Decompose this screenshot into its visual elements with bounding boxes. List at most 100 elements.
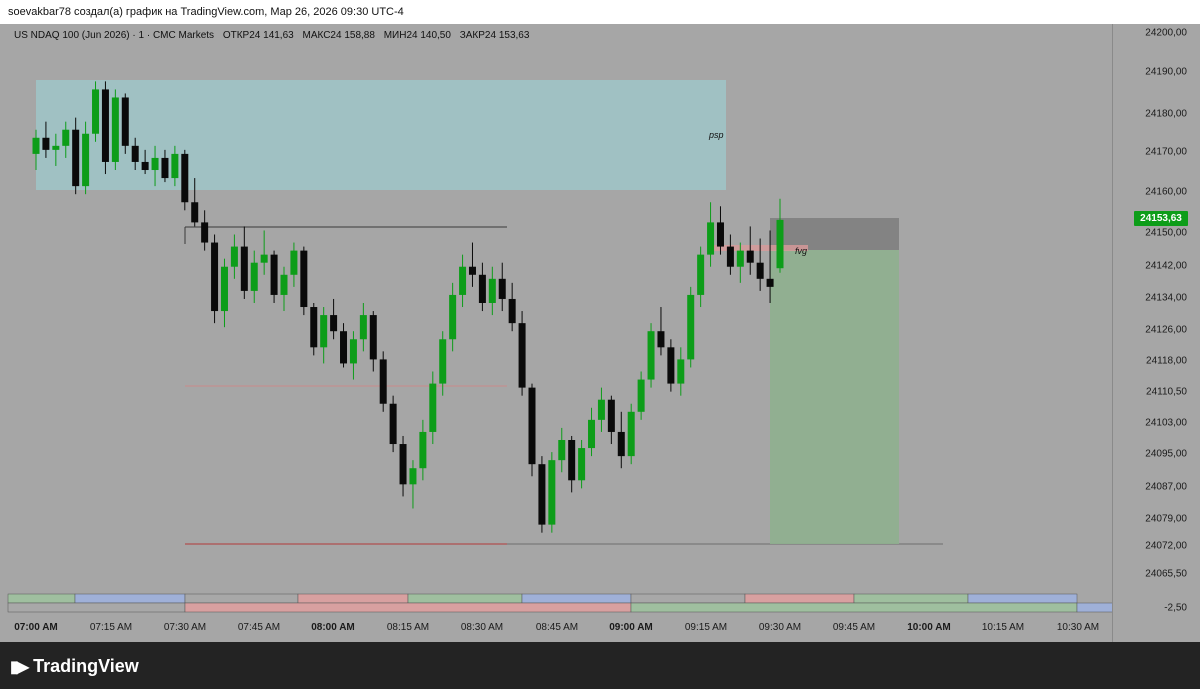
candle-body[interactable] bbox=[290, 250, 298, 275]
time-label: 08:45 AM bbox=[535, 622, 579, 633]
candle-body[interactable] bbox=[657, 331, 665, 348]
candle-body[interactable] bbox=[211, 242, 219, 312]
target-zone[interactable] bbox=[770, 250, 899, 544]
time-label: 09:00 AM bbox=[609, 622, 653, 633]
symbol-name[interactable]: US NDAQ 100 (Jun 2026) · 1 · CMC Markets bbox=[14, 30, 214, 41]
candle-body[interactable] bbox=[230, 246, 238, 267]
candle-body[interactable] bbox=[171, 153, 179, 179]
candle-body[interactable] bbox=[359, 315, 367, 340]
candle-body[interactable] bbox=[707, 222, 715, 255]
price-label: 24095,00 bbox=[1145, 448, 1187, 460]
candle-body[interactable] bbox=[478, 274, 486, 303]
candle-body[interactable] bbox=[220, 266, 228, 312]
candle-body[interactable] bbox=[647, 331, 655, 380]
candle-body[interactable] bbox=[667, 347, 675, 384]
candle-body[interactable] bbox=[82, 133, 90, 187]
candle-body[interactable] bbox=[101, 89, 109, 162]
price-label: 24087,00 bbox=[1145, 481, 1187, 493]
candle-body[interactable] bbox=[518, 323, 526, 388]
price-label: 24103,00 bbox=[1145, 417, 1187, 429]
candle-body[interactable] bbox=[468, 266, 476, 275]
candle-body[interactable] bbox=[528, 387, 536, 465]
time-label: 08:30 AM bbox=[460, 622, 504, 633]
candle-body[interactable] bbox=[72, 129, 80, 187]
candle-body[interactable] bbox=[52, 145, 60, 150]
candle-body[interactable] bbox=[637, 379, 645, 412]
candle-body[interactable] bbox=[736, 250, 744, 267]
candle-body[interactable] bbox=[588, 419, 596, 449]
candle-body[interactable] bbox=[607, 399, 615, 432]
symbol-info[interactable]: US NDAQ 100 (Jun 2026) · 1 · CMC Markets… bbox=[14, 30, 535, 41]
candle-body[interactable] bbox=[161, 157, 169, 179]
candle-body[interactable] bbox=[92, 89, 100, 134]
candle-body[interactable] bbox=[419, 431, 427, 469]
candle-body[interactable] bbox=[201, 222, 209, 243]
candle-body[interactable] bbox=[62, 129, 70, 146]
candle-body[interactable] bbox=[756, 262, 764, 279]
candle-body[interactable] bbox=[449, 294, 457, 340]
candle-body[interactable] bbox=[746, 250, 754, 263]
candle-body[interactable] bbox=[42, 137, 50, 150]
candle-body[interactable] bbox=[121, 97, 129, 146]
candle-body[interactable] bbox=[181, 153, 189, 203]
candle-body[interactable] bbox=[260, 254, 268, 263]
candle-body[interactable] bbox=[716, 222, 724, 247]
candle-body[interactable] bbox=[250, 262, 258, 291]
candle-body[interactable] bbox=[568, 440, 576, 481]
chart-area[interactable]: US NDAQ 100 (Jun 2026) · 1 · CMC Markets… bbox=[0, 24, 1200, 642]
candle-body[interactable] bbox=[310, 307, 318, 348]
session-bar-1h bbox=[744, 593, 855, 604]
candle-body[interactable] bbox=[330, 315, 338, 332]
price-label: 24190,00 bbox=[1145, 66, 1187, 78]
candle-body[interactable] bbox=[409, 468, 417, 485]
candle-body[interactable] bbox=[697, 254, 705, 295]
candle-body[interactable] bbox=[151, 157, 159, 171]
candle-body[interactable] bbox=[508, 298, 516, 324]
candle-body[interactable] bbox=[548, 460, 556, 525]
candle-body[interactable] bbox=[340, 331, 348, 364]
candle-body[interactable] bbox=[280, 274, 288, 295]
candle-body[interactable] bbox=[191, 202, 199, 223]
tradingview-logo[interactable]: ▮▶ TradingView bbox=[10, 656, 139, 677]
candle-body[interactable] bbox=[776, 219, 784, 269]
candle-body[interactable] bbox=[389, 403, 397, 445]
time-label: 08:15 AM bbox=[386, 622, 430, 633]
candle-body[interactable] bbox=[677, 359, 685, 384]
chart-canvas[interactable] bbox=[0, 24, 1112, 642]
candle-body[interactable] bbox=[488, 278, 496, 303]
candle-body[interactable] bbox=[270, 254, 278, 295]
candle-body[interactable] bbox=[32, 137, 40, 154]
candle-body[interactable] bbox=[597, 399, 605, 420]
candle-body[interactable] bbox=[349, 339, 357, 364]
session-bar-1f bbox=[521, 593, 632, 604]
candle-body[interactable] bbox=[538, 464, 546, 525]
time-label: 07:30 AM bbox=[163, 622, 207, 633]
candle-body[interactable] bbox=[369, 315, 377, 360]
time-label: 09:45 AM bbox=[832, 622, 876, 633]
candle-body[interactable] bbox=[379, 359, 387, 404]
candle-body[interactable] bbox=[240, 246, 248, 291]
candle-body[interactable] bbox=[300, 250, 308, 308]
candle-body[interactable] bbox=[558, 440, 566, 461]
candle-body[interactable] bbox=[439, 339, 447, 384]
candle-body[interactable] bbox=[459, 266, 467, 295]
candle-body[interactable] bbox=[111, 97, 119, 162]
price-axis[interactable]: 24200,00 24190,00 24180,00 24170,00 2416… bbox=[1112, 24, 1200, 642]
candle-body[interactable] bbox=[141, 161, 149, 171]
candle-body[interactable] bbox=[320, 315, 328, 348]
candle-body[interactable] bbox=[429, 383, 437, 432]
candle-body[interactable] bbox=[617, 431, 625, 457]
candle-body[interactable] bbox=[766, 278, 774, 287]
candle-body[interactable] bbox=[578, 448, 586, 481]
candle-body[interactable] bbox=[131, 145, 139, 162]
candle-body[interactable] bbox=[627, 411, 635, 457]
candle-body[interactable] bbox=[726, 246, 734, 267]
indicator-value-label: -2,50 bbox=[1164, 602, 1187, 614]
candle-body[interactable] bbox=[399, 444, 407, 485]
candle-body[interactable] bbox=[687, 294, 695, 360]
candle-body[interactable] bbox=[498, 278, 506, 299]
psp-label: psp bbox=[709, 130, 724, 140]
psp-zone[interactable] bbox=[36, 80, 726, 190]
time-label: 08:00 AM bbox=[311, 622, 355, 633]
session-bar-1c bbox=[184, 593, 299, 604]
